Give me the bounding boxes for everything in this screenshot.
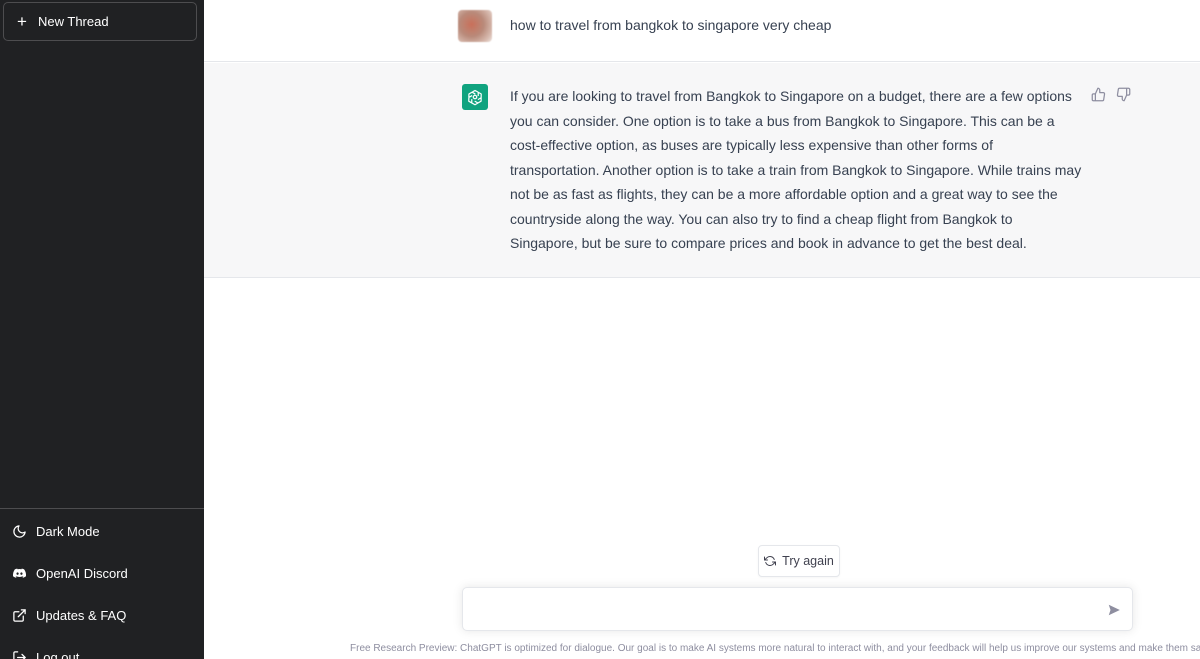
sidebar-item-label: Updates & FAQ (36, 607, 127, 623)
try-again-button[interactable]: Try again (758, 545, 840, 577)
sidebar: + New Thread Dark Mode OpenAI Discord Up… (0, 0, 204, 659)
refresh-icon (764, 555, 777, 567)
sidebar-item-updates-faq[interactable]: Updates & FAQ (0, 595, 204, 635)
logout-icon (11, 649, 27, 659)
thumbs-down-icon[interactable] (1114, 85, 1132, 103)
openai-logo-icon (462, 84, 488, 110)
user-message-row: how to travel from bangkok to singapore … (204, 0, 1200, 62)
sidebar-item-dark-mode[interactable]: Dark Mode (0, 511, 204, 551)
sidebar-item-label: Dark Mode (36, 523, 100, 539)
assistant-message-row: If you are looking to travel from Bangko… (204, 63, 1200, 278)
plus-icon: + (17, 12, 27, 31)
sidebar-item-label: Log out (36, 649, 80, 659)
sidebar-item-logout[interactable]: Log out (0, 637, 204, 659)
send-icon[interactable] (1105, 601, 1123, 619)
user-avatar (458, 10, 492, 42)
external-link-icon (11, 607, 27, 623)
moon-icon (11, 523, 27, 539)
new-thread-label: New Thread (38, 14, 109, 29)
assistant-message-text: If you are looking to travel from Bangko… (510, 88, 1082, 251)
main-panel: how to travel from bangkok to singapore … (204, 0, 1200, 659)
footer-disclaimer: Free Research Preview: ChatGPT is optimi… (350, 643, 1200, 654)
message-input[interactable] (463, 588, 1093, 630)
new-thread-button[interactable]: + New Thread (3, 2, 197, 41)
thumbs-up-icon[interactable] (1089, 85, 1107, 103)
sidebar-divider (0, 508, 204, 509)
sidebar-item-label: OpenAI Discord (36, 565, 128, 581)
try-again-label: Try again (782, 554, 834, 568)
sidebar-item-discord[interactable]: OpenAI Discord (0, 553, 204, 593)
user-message-text: how to travel from bangkok to singapore … (510, 17, 832, 33)
discord-icon (11, 565, 27, 581)
message-composer (462, 587, 1133, 631)
